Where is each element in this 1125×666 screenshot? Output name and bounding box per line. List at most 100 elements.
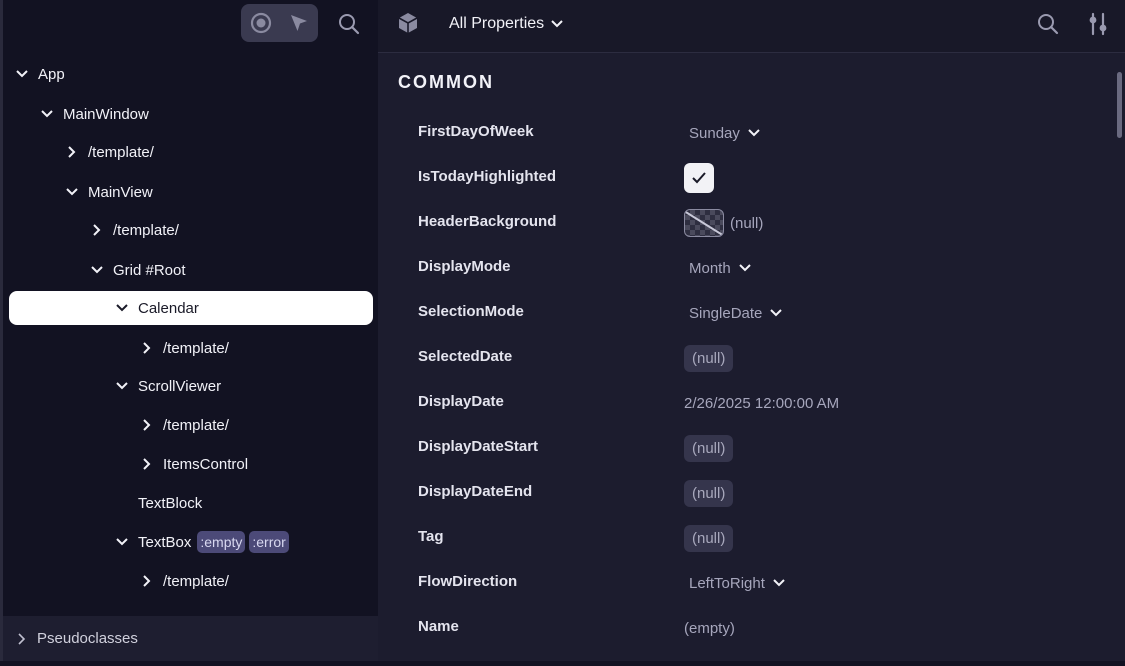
tree-node-label: /template/ bbox=[163, 416, 229, 434]
chevron-down-icon[interactable] bbox=[38, 105, 56, 123]
chevron-right-icon[interactable] bbox=[63, 143, 81, 161]
chevron-right-icon[interactable] bbox=[138, 455, 156, 473]
property-row: FirstDayOfWeek Sunday bbox=[378, 113, 1108, 153]
chevron-down-icon bbox=[748, 129, 760, 137]
property-row: Tag (null) bbox=[378, 518, 1108, 558]
tree-node[interactable]: MainView bbox=[63, 175, 153, 209]
tree-node[interactable]: TextBox :empty:error bbox=[113, 525, 289, 559]
property-value: LeftToRight bbox=[684, 563, 785, 603]
dropdown-selected-value: Month bbox=[689, 259, 731, 277]
property-row: DisplayDateStart (null) bbox=[378, 428, 1108, 468]
bottom-border bbox=[0, 661, 1125, 666]
chevron-right-icon[interactable] bbox=[138, 572, 156, 590]
chevron-down-icon[interactable] bbox=[113, 377, 131, 395]
property-value bbox=[684, 158, 714, 198]
property-value: (null) bbox=[684, 473, 734, 513]
tree-node-label: TextBox bbox=[138, 533, 192, 551]
tree-node-label: /template/ bbox=[88, 143, 154, 161]
chevron-down-icon[interactable] bbox=[63, 183, 81, 201]
tree-node-label: ScrollViewer bbox=[138, 377, 222, 395]
tree-node[interactable]: ItemsControl bbox=[138, 447, 248, 481]
property-row: DisplayDateEnd (null) bbox=[378, 473, 1108, 513]
tree-node-label: Calendar bbox=[138, 299, 199, 317]
property-dropdown[interactable]: SingleDate bbox=[684, 305, 783, 322]
tree-node[interactable]: /template/ bbox=[138, 564, 229, 598]
null-value-chip[interactable]: (null) bbox=[684, 479, 734, 507]
property-name: DisplayMode bbox=[418, 258, 511, 275]
property-name: Name bbox=[418, 618, 459, 635]
property-name: IsTodayHighlighted bbox=[418, 168, 557, 185]
chevron-down-icon[interactable] bbox=[13, 65, 31, 83]
tree-node-label: /template/ bbox=[163, 572, 229, 590]
scrollbar-thumb[interactable] bbox=[1117, 72, 1122, 138]
tree-node[interactable]: App bbox=[13, 57, 65, 91]
search-icon[interactable] bbox=[1034, 10, 1062, 38]
chevron-right-icon[interactable] bbox=[138, 416, 156, 434]
property-value: (null) bbox=[684, 428, 734, 468]
tree-node[interactable]: ScrollViewer bbox=[113, 369, 221, 403]
cube-icon bbox=[398, 13, 418, 33]
property-name: DisplayDate bbox=[418, 393, 504, 410]
property-name: SelectionMode bbox=[418, 303, 524, 320]
property-dropdown[interactable]: Sunday bbox=[684, 125, 760, 142]
properties-pane: All Properties COMMON FirstDayOfWeek Sun… bbox=[378, 0, 1125, 661]
property-row: Name (empty) bbox=[378, 608, 1108, 648]
property-text-value[interactable]: 2/26/2025 12:00:00 AM bbox=[684, 395, 839, 412]
null-value-chip[interactable]: (null) bbox=[684, 524, 734, 552]
devtools-window: App MainWindow/template/MainView/template… bbox=[0, 0, 1125, 666]
tree-node[interactable]: /template/ bbox=[138, 331, 229, 365]
tree-node[interactable]: Grid #Root bbox=[88, 253, 186, 287]
target-icon[interactable] bbox=[246, 8, 276, 38]
property-filter-dropdown[interactable]: All Properties bbox=[449, 12, 563, 36]
property-value: Sunday bbox=[684, 113, 760, 153]
property-value: (null) bbox=[684, 518, 734, 558]
checkbox[interactable] bbox=[684, 163, 714, 193]
chevron-down-icon bbox=[738, 264, 751, 272]
brush-swatch[interactable] bbox=[684, 209, 724, 237]
tree-node-label: Grid #Root bbox=[113, 261, 186, 279]
tree-node[interactable]: TextBlock bbox=[113, 486, 202, 520]
pick-tool-group bbox=[241, 4, 318, 42]
tree-node-label: /template/ bbox=[163, 339, 229, 357]
property-text-value[interactable]: (empty) bbox=[684, 620, 735, 637]
property-value: SingleDate bbox=[684, 293, 783, 333]
chevron-down-icon[interactable] bbox=[113, 533, 131, 551]
property-name: FlowDirection bbox=[418, 573, 518, 590]
property-value: 2/26/2025 12:00:00 AM bbox=[684, 383, 839, 423]
null-value-chip[interactable]: (null) bbox=[684, 344, 734, 372]
tree-node[interactable]: MainWindow bbox=[38, 97, 149, 131]
property-value: Month bbox=[684, 248, 751, 288]
chevron-down-icon bbox=[551, 20, 563, 28]
tree-node-label: App bbox=[38, 65, 65, 83]
null-slash bbox=[685, 210, 723, 236]
property-dropdown[interactable]: LeftToRight bbox=[684, 575, 785, 592]
cursor-arrow-icon[interactable] bbox=[284, 8, 314, 38]
property-value: (empty) bbox=[684, 608, 735, 648]
tree-node-label: ItemsControl bbox=[163, 455, 249, 473]
dropdown-selected-value: LeftToRight bbox=[689, 574, 765, 592]
pseudoclasses-label: Pseudoclasses bbox=[37, 630, 138, 647]
tree-node-label: /template/ bbox=[113, 221, 179, 239]
pseudoclass-pill[interactable]: :empty bbox=[197, 531, 246, 553]
chevron-right-icon[interactable] bbox=[88, 221, 106, 239]
search-icon[interactable] bbox=[333, 8, 365, 40]
tree-node-label: MainWindow bbox=[63, 105, 149, 123]
tree-node[interactable]: Calendar bbox=[9, 291, 373, 325]
chevron-right-icon[interactable] bbox=[138, 339, 156, 357]
chevron-down-icon[interactable] bbox=[88, 261, 106, 279]
properties-toolbar: All Properties bbox=[378, 0, 1125, 53]
visual-tree-pane: App MainWindow/template/MainView/template… bbox=[0, 0, 378, 666]
tree-node[interactable]: /template/ bbox=[138, 408, 229, 442]
null-value-chip[interactable]: (null) bbox=[684, 434, 734, 462]
property-filter-label: All Properties bbox=[449, 15, 545, 32]
property-value: (null) bbox=[684, 338, 734, 378]
settings-sliders-icon[interactable] bbox=[1084, 10, 1112, 38]
property-row: FlowDirection LeftToRight bbox=[378, 563, 1108, 603]
tree-node[interactable]: /template/ bbox=[63, 135, 154, 169]
chevron-down-icon[interactable] bbox=[113, 299, 131, 317]
brush-value: (null) bbox=[730, 214, 764, 232]
property-dropdown[interactable]: Month bbox=[684, 260, 751, 277]
pseudoclass-pill[interactable]: :error bbox=[249, 531, 289, 553]
tree-node[interactable]: /template/ bbox=[88, 213, 179, 247]
pseudoclasses-expander[interactable]: Pseudoclasses bbox=[3, 616, 378, 661]
